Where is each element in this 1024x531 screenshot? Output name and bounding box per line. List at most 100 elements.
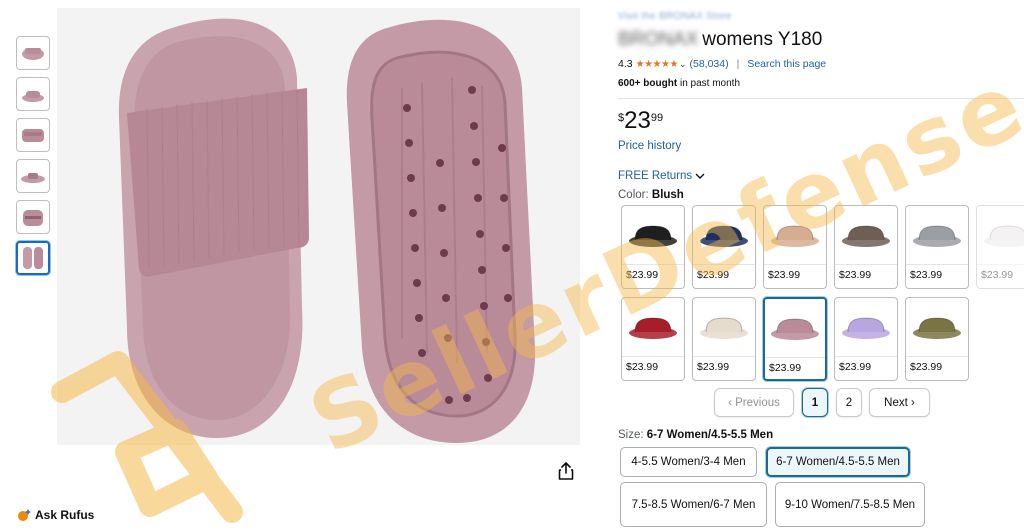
section-divider (618, 98, 1024, 99)
color-swatch-lavender[interactable]: $23.99 (834, 297, 898, 381)
slide-icon (984, 225, 1024, 247)
color-label-prefix: Color: (618, 189, 649, 201)
size-label: Size: 6-7 Women/4.5-5.5 Men (618, 429, 773, 441)
swatch-image (622, 298, 684, 357)
thumbnail-6[interactable] (16, 241, 50, 275)
rating-value: 4.3 (618, 58, 633, 70)
product-title: BRONAX womens Y180 (618, 29, 822, 51)
chevron-down-icon (695, 173, 705, 179)
thumbnail-5[interactable] (16, 200, 50, 234)
share-icon[interactable] (558, 462, 574, 480)
color-swatch-black[interactable]: $23.99 (621, 205, 685, 289)
product-title-text: womens Y180 (702, 29, 823, 50)
color-label: Color: Blush (618, 189, 684, 201)
search-this-page-link[interactable]: Search this page (747, 58, 826, 70)
swatch-image (906, 206, 968, 265)
swatch-price: $23.99 (839, 361, 872, 373)
thumbnail-slide-image (22, 129, 44, 142)
slide-icon (700, 317, 748, 339)
thumbnail-4[interactable] (16, 159, 50, 193)
main-product-image[interactable] (57, 8, 580, 445)
thumbnail-slide-image (23, 210, 43, 226)
slide-icon (700, 225, 748, 247)
rufus-icon (18, 509, 31, 521)
swatch-price: $23.99 (697, 361, 730, 373)
price: $ 23 99 (618, 108, 663, 134)
swatch-image (622, 206, 684, 265)
color-swatch-white[interactable]: $23.99 (976, 205, 1024, 289)
bought-in-past-month: 600+ bought in past month (618, 78, 740, 89)
slide-icon (629, 317, 677, 339)
size-option-9-10[interactable]: 9-10 Women/7.5-8.5 Men (775, 482, 925, 527)
color-swatch-blush[interactable]: $23.99 (763, 297, 827, 381)
color-swatch-grey[interactable]: $23.99 (905, 205, 969, 289)
star-rating-icon[interactable]: ★★★★★ (636, 59, 679, 70)
product-info-panel: Visit the BRONAX Store BRONAX womens Y180… (618, 0, 1024, 531)
thumbnail-slide-image (22, 48, 44, 60)
divider: | (736, 58, 740, 70)
previous-page-button[interactable]: ‹ Previous (714, 388, 794, 417)
slide-icon (771, 225, 819, 247)
thumbnail-strip (16, 36, 52, 282)
swatch-price: $23.99 (981, 269, 1014, 281)
color-swatch-beige[interactable]: $23.99 (763, 205, 827, 289)
thumbnail-slide-image (23, 247, 43, 269)
size-option-4-5.5[interactable]: 4-5.5 Women/3-4 Men (620, 447, 757, 477)
free-returns-label: FREE Returns (618, 170, 693, 182)
size-option-7.5-8.5[interactable]: 7.5-8.5 Women/6-7 Men (620, 482, 767, 527)
slide-icon (913, 225, 961, 247)
thumbnail-3[interactable] (16, 118, 50, 152)
size-label-prefix: Size: (618, 429, 644, 441)
slide-icon (629, 225, 677, 247)
review-count-link[interactable]: (58,034) (689, 58, 728, 70)
thumbnail-2[interactable] (16, 77, 50, 111)
slide-icon (842, 317, 890, 339)
slide-top-and-sole-image (57, 8, 580, 445)
next-page-button[interactable]: Next › (869, 388, 930, 417)
ask-rufus-button[interactable]: Ask Rufus (17, 508, 94, 522)
swatch-image (835, 298, 897, 357)
color-swatch-red[interactable]: $23.99 (621, 297, 685, 381)
selected-size: 6-7 Women/4.5-5.5 Men (646, 429, 774, 441)
color-swatch-cream[interactable]: $23.99 (692, 297, 756, 381)
color-swatch-olive[interactable]: $23.99 (905, 297, 969, 381)
chevron-down-icon[interactable]: ⌄ (679, 59, 687, 70)
selected-color: Blush (651, 189, 684, 201)
swatch-price: $23.99 (697, 269, 730, 281)
free-returns-link[interactable]: FREE Returns (618, 170, 705, 182)
swatch-price: $23.99 (910, 269, 943, 281)
color-swatch-brown[interactable]: $23.99 (834, 205, 898, 289)
page-2-button[interactable]: 2 (836, 388, 862, 417)
slide-icon (771, 318, 819, 340)
price-history-link[interactable]: Price history (618, 140, 681, 152)
swatch-price: $23.99 (768, 269, 801, 281)
store-link[interactable]: Visit the BRONAX Store (618, 11, 732, 22)
thumbnail-1[interactable] (16, 36, 50, 70)
swatch-image (765, 299, 825, 358)
product-brand: BRONAX (618, 29, 699, 50)
swatch-image (693, 206, 755, 265)
swatch-image (835, 206, 897, 265)
bought-suffix: in past month (677, 78, 740, 89)
swatch-image (977, 206, 1024, 265)
swatch-price: $23.99 (626, 361, 659, 373)
thumbnail-slide-image (22, 91, 44, 102)
price-fraction: 99 (650, 112, 664, 124)
color-swatch-grid: $23.99 $23.99 $23.99 $23.99 $23.99 $23.99 $23.… (621, 205, 1024, 385)
swatch-image (906, 298, 968, 357)
swatch-price: $23.99 (910, 361, 943, 373)
slide-icon (842, 225, 890, 247)
swatch-image (764, 206, 826, 265)
color-swatch-navy[interactable]: $23.99 (692, 205, 756, 289)
size-option-6-7[interactable]: 6-7 Women/4.5-5.5 Men (766, 447, 910, 477)
swatch-price: $23.99 (839, 269, 872, 281)
price-whole: 23 (624, 107, 651, 134)
rating-row: 4.3 ★★★★★ ⌄ (58,034) | Search this page (618, 58, 826, 70)
ask-rufus-label: Ask Rufus (35, 508, 95, 522)
swatch-price: $23.99 (626, 269, 659, 281)
swatch-image (693, 298, 755, 357)
swatch-price: $23.99 (769, 362, 802, 374)
slide-icon (913, 317, 961, 339)
thumbnail-slide-image (21, 173, 45, 183)
page-1-button[interactable]: 1 (802, 388, 828, 417)
